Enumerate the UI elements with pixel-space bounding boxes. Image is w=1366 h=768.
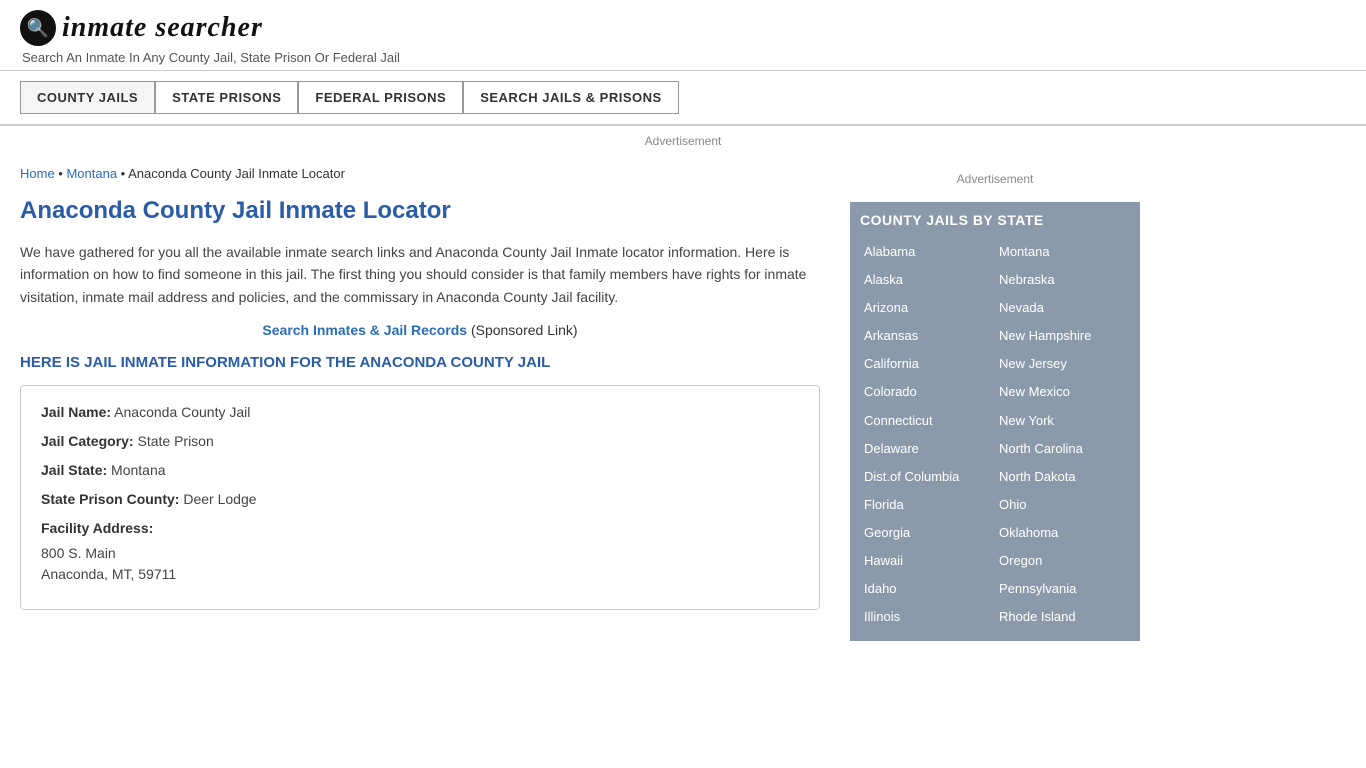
state-link[interactable]: Nebraska [995,266,1130,294]
page-title: Anaconda County Jail Inmate Locator [20,197,820,229]
nav-search-jails[interactable]: SEARCH JAILS & PRISONS [463,81,678,114]
address-label: Facility Address: [41,520,153,536]
sidebar-ad: Advertisement [850,166,1140,192]
section-heading: HERE IS JAIL INMATE INFORMATION FOR THE … [20,354,820,371]
state-label: Jail State: [41,462,107,478]
address-block: 800 S. Main Anaconda, MT, 59711 [41,543,799,585]
content-area: Home • Montana • Anaconda County Jail In… [20,156,840,650]
breadcrumb-sep2: • [117,166,128,181]
sponsored-link[interactable]: Search Inmates & Jail Records [262,322,467,338]
nav-federal-prisons[interactable]: FEDERAL PRISONS [298,81,463,114]
state-val: Montana [111,462,165,478]
state-link[interactable]: Alabama [860,238,995,266]
state-link[interactable]: New York [995,407,1130,435]
county-label: State Prison County: [41,491,179,507]
address-line2: Anaconda, MT, 59711 [41,564,799,585]
state-link[interactable]: North Carolina [995,435,1130,463]
state-link[interactable]: New Hampshire [995,322,1130,350]
state-link[interactable]: California [860,350,995,378]
breadcrumb-state[interactable]: Montana [66,166,117,181]
state-link[interactable]: North Dakota [995,463,1130,491]
state-link[interactable]: Hawaii [860,547,995,575]
state-link[interactable]: Delaware [860,435,995,463]
sponsored-label: (Sponsored Link) [471,322,578,338]
state-link[interactable]: Florida [860,491,995,519]
state-link[interactable]: Oklahoma [995,519,1130,547]
state-link[interactable]: Colorado [860,378,995,406]
nav-bar: COUNTY JAILS STATE PRISONS FEDERAL PRISO… [0,71,1366,126]
logo-magnifier: 🔍 [27,18,49,39]
state-link[interactable]: Arizona [860,294,995,322]
logo-area: 🔍 inmate searcher [20,10,1346,46]
breadcrumb: Home • Montana • Anaconda County Jail In… [20,166,820,181]
tagline: Search An Inmate In Any County Jail, Sta… [22,50,1346,65]
category-val: State Prison [137,433,213,449]
nav-state-prisons[interactable]: STATE PRISONS [155,81,298,114]
info-row-name: Jail Name: Anaconda County Jail [41,402,799,423]
state-link[interactable]: Illinois [860,603,995,631]
state-link[interactable]: Connecticut [860,407,995,435]
header: 🔍 inmate searcher Search An Inmate In An… [0,0,1366,71]
states-col-right: MontanaNebraskaNevadaNew HampshireNew Je… [995,238,1130,631]
description-text: We have gathered for you all the availab… [20,241,820,308]
address-line1: 800 S. Main [41,543,799,564]
state-link[interactable]: Rhode Island [995,603,1130,631]
breadcrumb-home[interactable]: Home [20,166,55,181]
state-list-grid: AlabamaAlaskaArizonaArkansasCaliforniaCo… [860,238,1130,631]
state-list-title: COUNTY JAILS BY STATE [860,212,1130,228]
state-link[interactable]: New Jersey [995,350,1130,378]
state-link[interactable]: Alaska [860,266,995,294]
logo-icon: 🔍 [20,10,56,46]
state-list-box: COUNTY JAILS BY STATE AlabamaAlaskaArizo… [850,202,1140,641]
info-row-state: Jail State: Montana [41,460,799,481]
logo-text: inmate searcher [62,12,263,44]
breadcrumb-current: Anaconda County Jail Inmate Locator [128,166,345,181]
county-val: Deer Lodge [183,491,256,507]
info-row-address: Facility Address: 800 S. Main Anaconda, … [41,518,799,585]
state-link[interactable]: Pennsylvania [995,575,1130,603]
sidebar: Advertisement COUNTY JAILS BY STATE Alab… [840,156,1140,650]
info-row-category: Jail Category: State Prison [41,431,799,452]
info-row-county: State Prison County: Deer Lodge [41,489,799,510]
breadcrumb-sep1: • [55,166,67,181]
state-link[interactable]: Arkansas [860,322,995,350]
state-link[interactable]: Montana [995,238,1130,266]
state-link[interactable]: Oregon [995,547,1130,575]
ad-banner-top: Advertisement [0,126,1366,156]
jail-name-val: Anaconda County Jail [114,404,250,420]
state-link[interactable]: New Mexico [995,378,1130,406]
info-box: Jail Name: Anaconda County Jail Jail Cat… [20,385,820,610]
state-link[interactable]: Ohio [995,491,1130,519]
state-link[interactable]: Dist.of Columbia [860,463,995,491]
state-link[interactable]: Georgia [860,519,995,547]
state-link[interactable]: Idaho [860,575,995,603]
state-link[interactable]: Nevada [995,294,1130,322]
states-col-left: AlabamaAlaskaArizonaArkansasCaliforniaCo… [860,238,995,631]
main-layout: Home • Montana • Anaconda County Jail In… [0,156,1200,650]
sponsored-section: Search Inmates & Jail Records (Sponsored… [20,322,820,338]
jail-name-label: Jail Name: [41,404,111,420]
category-label: Jail Category: [41,433,134,449]
nav-county-jails[interactable]: COUNTY JAILS [20,81,155,114]
